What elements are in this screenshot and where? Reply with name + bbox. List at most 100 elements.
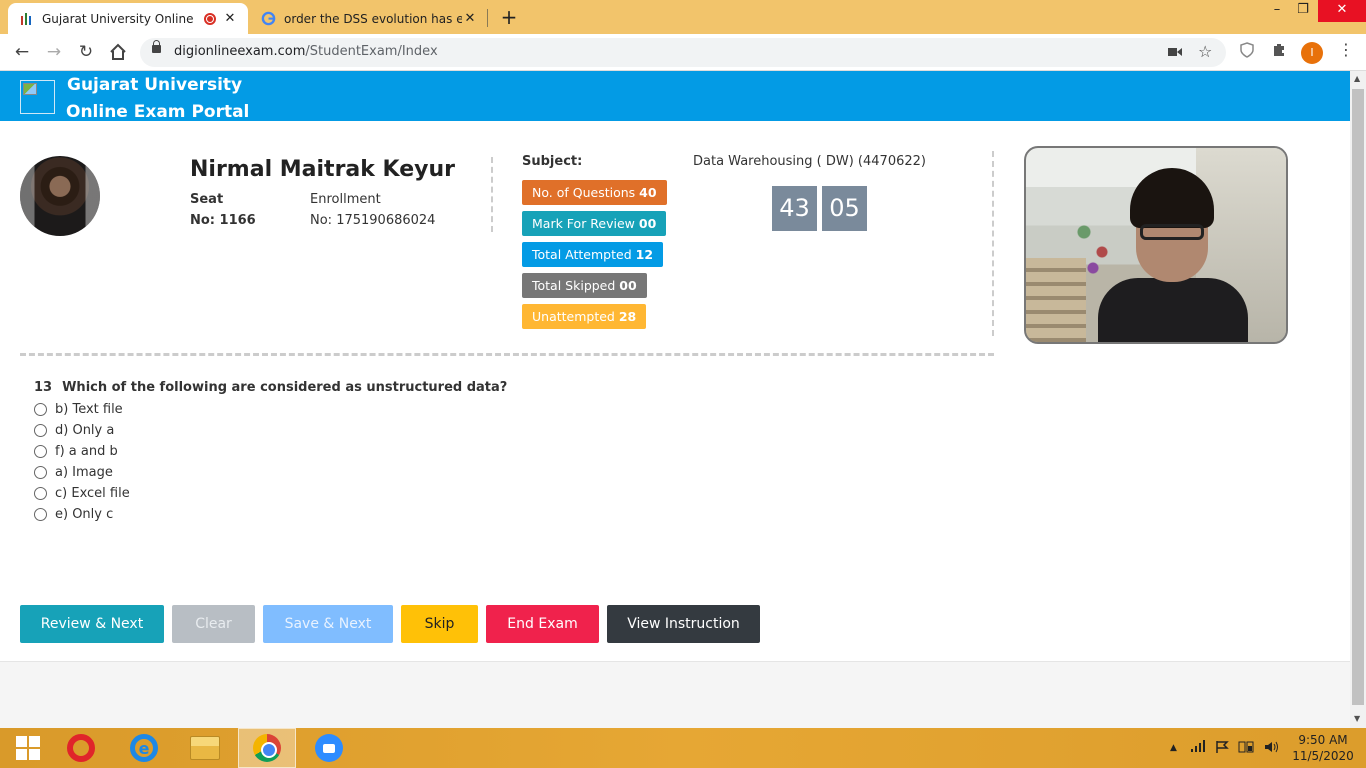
file-explorer-icon — [190, 736, 220, 760]
recording-indicator-icon — [204, 12, 216, 25]
clear-button[interactable]: Clear — [172, 605, 255, 643]
scroll-up-icon[interactable]: ▲ — [1354, 74, 1360, 83]
taskbar-opera[interactable] — [53, 728, 109, 768]
taskbar-zoom[interactable] — [301, 728, 357, 768]
enrollment-label: Enrollment — [310, 192, 381, 207]
badge-mark-for-review: Mark For Review 00 — [522, 211, 667, 236]
portal-title: Gujarat University Online Exam Portal — [66, 72, 249, 126]
timer-seconds: 05 — [822, 186, 867, 231]
minimize-icon[interactable]: – — [1266, 0, 1288, 22]
badge-total-attempted: Total Attempted 12 — [522, 242, 664, 267]
option-radio[interactable]: d) Only a — [34, 421, 114, 439]
zoom-icon — [315, 734, 343, 762]
tab-close-icon[interactable]: ✕ — [222, 11, 238, 26]
radio-button[interactable] — [34, 402, 47, 416]
window-close-icon[interactable]: ✕ — [1318, 0, 1366, 22]
webcam-preview — [1024, 146, 1288, 344]
chrome-icon — [253, 734, 281, 762]
section-divider — [20, 353, 994, 356]
maximize-icon[interactable]: ❐ — [1292, 0, 1314, 22]
skip-button[interactable]: Skip — [401, 605, 478, 643]
badge-no-of-questions: No. of Questions 40 — [522, 180, 667, 205]
option-radio[interactable]: e) Only c — [34, 505, 113, 523]
bookmark-star-icon[interactable]: ☆ — [1198, 42, 1212, 61]
badge-unattempted: Unattempted 28 — [522, 304, 647, 329]
seat-value: No: 1166 — [190, 213, 256, 228]
forward-arrow-icon[interactable]: → — [42, 40, 66, 64]
subject-label: Subject: — [522, 154, 583, 169]
page-viewport: Gujarat University Online Exam Portal Ni… — [0, 71, 1350, 728]
option-label: a) Image — [55, 464, 113, 480]
system-clock[interactable]: 9:50 AM 11/5/2020 — [1290, 732, 1356, 764]
show-hidden-icons-icon[interactable]: ▲ — [1170, 743, 1177, 753]
seat-info: Seat No: 1166 — [190, 189, 256, 231]
save-next-button[interactable]: Save & Next — [263, 605, 393, 643]
university-favicon-icon — [18, 11, 34, 27]
option-label: c) Excel file — [55, 485, 130, 501]
timer-minutes: 43 — [772, 186, 817, 231]
tab-divider — [487, 9, 488, 27]
shield-extension-icon[interactable] — [1240, 42, 1254, 62]
radio-button[interactable] — [34, 507, 47, 521]
option-radio[interactable]: b) Text file — [34, 400, 123, 418]
student-name: Nirmal Maitrak Keyur — [190, 157, 455, 182]
option-radio[interactable]: a) Image — [34, 463, 113, 481]
seat-label: Seat — [190, 192, 224, 207]
radio-button[interactable] — [34, 465, 47, 479]
windows-taskbar: e ▲ 9:50 AM 11/5/2020 — [0, 728, 1366, 768]
option-label: e) Only c — [55, 506, 114, 522]
profile-avatar[interactable]: I — [1301, 42, 1323, 64]
action-center-flag-icon[interactable] — [1215, 740, 1229, 757]
end-exam-button[interactable]: End Exam — [486, 605, 599, 643]
exam-card: Nirmal Maitrak Keyur Seat No: 1166 Enrol… — [0, 121, 1350, 662]
tab-title: Gujarat University Online Exa — [42, 11, 198, 26]
enrollment-value: No: 175190686024 — [310, 213, 436, 228]
back-arrow-icon[interactable]: ← — [10, 40, 34, 64]
option-radio[interactable]: c) Excel file — [34, 484, 130, 502]
lock-icon — [152, 40, 161, 53]
university-logo — [20, 80, 55, 114]
home-icon[interactable] — [106, 40, 130, 64]
address-bar: ← → ↻ digionlineexam.com/StudentExam/Ind… — [0, 34, 1366, 71]
internet-explorer-icon: e — [130, 734, 158, 762]
radio-button[interactable] — [34, 423, 47, 437]
url-text: digionlineexam.com/StudentExam/Index — [174, 44, 438, 59]
volume-icon[interactable] — [1264, 740, 1280, 757]
radio-button[interactable] — [34, 444, 47, 458]
new-tab-icon[interactable]: + — [498, 5, 520, 29]
tab-google-search[interactable]: order the DSS evolution has evolv ✕ — [250, 3, 488, 34]
chrome-menu-icon[interactable]: ⋮ — [1338, 40, 1354, 59]
divider — [491, 157, 493, 232]
url-input[interactable]: digionlineexam.com/StudentExam/Index ☆ — [140, 38, 1226, 67]
enrollment-info: Enrollment No: 175190686024 — [310, 189, 435, 231]
scroll-down-icon[interactable]: ▼ — [1354, 714, 1360, 723]
opera-icon — [67, 734, 95, 762]
subject-value: Data Warehousing ( DW) (4470622) — [693, 154, 926, 169]
option-label: d) Only a — [55, 422, 115, 438]
taskbar-file-explorer[interactable] — [177, 728, 233, 768]
taskbar-internet-explorer[interactable]: e — [116, 728, 172, 768]
network-signal-icon[interactable] — [1190, 740, 1206, 755]
divider — [992, 151, 994, 336]
option-radio[interactable]: f) a and b — [34, 442, 118, 460]
student-avatar — [20, 156, 100, 236]
taskbar-chrome[interactable] — [238, 728, 296, 768]
battery-icon[interactable] — [1238, 740, 1256, 757]
reload-icon[interactable]: ↻ — [74, 40, 98, 64]
scrollbar-thumb[interactable] — [1352, 89, 1364, 705]
clock-time: 9:50 AM — [1298, 733, 1348, 747]
question-text: 13 Which of the following are considered … — [34, 380, 508, 395]
question-number: 13 — [34, 380, 53, 395]
portal-title-line1: Gujarat University — [67, 75, 243, 95]
radio-button[interactable] — [34, 486, 47, 500]
camera-icon[interactable] — [1168, 44, 1182, 62]
view-instruction-button[interactable]: View Instruction — [607, 605, 760, 643]
extensions-puzzle-icon[interactable] — [1272, 42, 1287, 61]
tab-gujarat-university[interactable]: Gujarat University Online Exa ✕ — [8, 3, 248, 34]
option-label: b) Text file — [55, 401, 123, 417]
start-button[interactable] — [0, 728, 56, 768]
tab-close-icon[interactable]: ✕ — [462, 11, 478, 26]
page-scrollbar[interactable]: ▲ ▼ — [1350, 71, 1366, 728]
review-next-button[interactable]: Review & Next — [20, 605, 164, 643]
browser-tab-strip: Gujarat University Online Exa ✕ order th… — [0, 0, 1366, 34]
